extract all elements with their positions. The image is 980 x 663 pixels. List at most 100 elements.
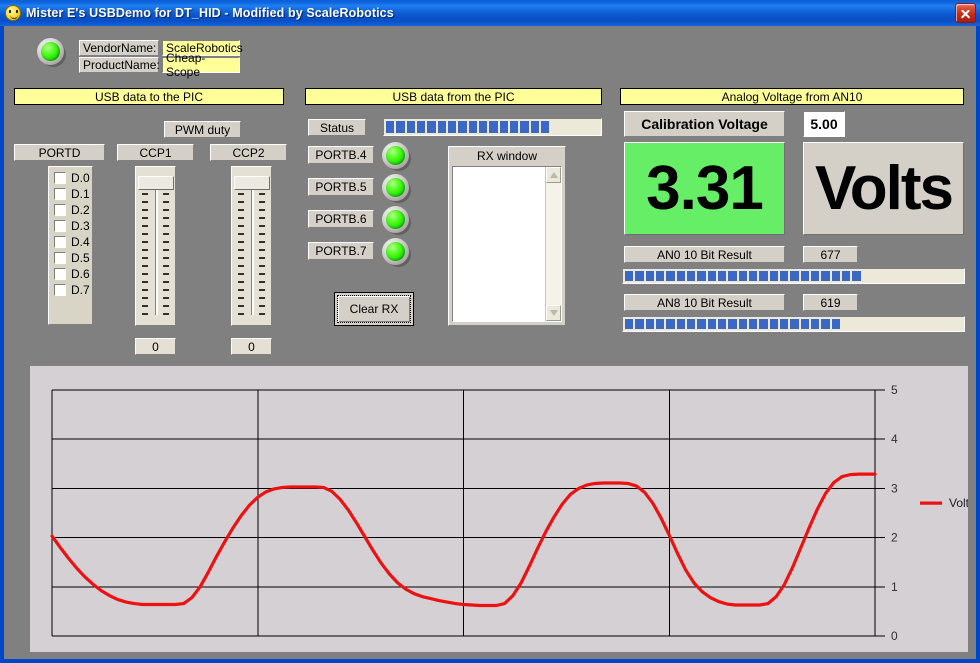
checkbox-d3-label: D.3 [71, 219, 90, 233]
checkbox-d2-label: D.2 [71, 203, 90, 217]
progress-segment [852, 271, 860, 281]
checkbox-row[interactable]: D.3 [49, 218, 92, 234]
scroll-down-icon[interactable] [546, 305, 561, 321]
ccp1-slider[interactable] [135, 166, 176, 326]
progress-segment [677, 271, 685, 281]
checkbox-d7-label: D.7 [71, 283, 90, 297]
progress-segment [749, 271, 757, 281]
an8-result-label: AN8 10 Bit Result [624, 294, 785, 311]
checkbox-d5-label: D.5 [71, 251, 90, 265]
checkbox-row[interactable]: D.7 [49, 282, 92, 298]
progress-segment [842, 271, 850, 281]
progress-segment [438, 121, 446, 133]
connection-led [37, 38, 67, 68]
progress-segment [832, 271, 840, 281]
progress-segment [832, 319, 840, 329]
portb5-label: PORTB.5 [308, 178, 374, 196]
checkbox-row[interactable]: D.0 [49, 170, 92, 186]
progress-segment [697, 271, 705, 281]
rx-text-area[interactable] [453, 167, 545, 321]
rx-window-body[interactable] [452, 166, 562, 322]
checkbox-d6[interactable] [54, 268, 66, 280]
progress-segment [708, 271, 716, 281]
an0-segments [625, 271, 962, 281]
ccp2-slider-thumb[interactable] [234, 176, 270, 190]
progress-segment [625, 319, 633, 329]
client-area: VendorName: ScaleRobotics ProductName: C… [4, 26, 976, 659]
status-progress-bar [383, 118, 602, 136]
progress-segment [770, 271, 778, 281]
clear-rx-button[interactable]: Clear RX [334, 292, 414, 326]
checkbox-row[interactable]: D.5 [49, 250, 92, 266]
ccp2-slider[interactable] [231, 166, 272, 326]
ccp1-slider-ticks-left [142, 185, 148, 317]
progress-segment [821, 271, 829, 281]
progress-segment [396, 121, 404, 133]
analog-voltage-header: Analog Voltage from AN10 [620, 88, 964, 105]
checkbox-row[interactable]: D.2 [49, 202, 92, 218]
progress-segment [821, 319, 829, 329]
calibration-voltage-input[interactable]: 5.00 [803, 111, 845, 137]
progress-segment [708, 319, 716, 329]
ccp1-slider-rail [155, 187, 158, 315]
checkbox-d7[interactable] [54, 284, 66, 296]
checkbox-d2[interactable] [54, 204, 66, 216]
progress-segment [625, 271, 633, 281]
window-title: Mister E's USBDemo for DT_HID - Modified… [26, 6, 394, 20]
status-segments [386, 121, 599, 133]
ccp2-slider-rail [251, 187, 254, 315]
progress-segment [811, 271, 819, 281]
portb7-label: PORTB.7 [308, 242, 374, 260]
progress-segment [500, 121, 508, 133]
checkbox-row[interactable]: D.6 [49, 266, 92, 282]
y-tick-label: 2 [891, 531, 898, 545]
an8-result-value: 619 [803, 294, 858, 311]
application-window: Mister E's USBDemo for DT_HID - Modified… [0, 0, 980, 663]
checkbox-d1[interactable] [54, 188, 66, 200]
rx-scrollbar[interactable] [545, 167, 561, 321]
ccp1-label: CCP1 [117, 144, 194, 161]
product-name-label: ProductName: [79, 57, 159, 73]
y-tick-label: 1 [891, 580, 898, 594]
an0-result-value: 677 [803, 246, 858, 263]
progress-segment [458, 121, 466, 133]
chart-legend: Volts [920, 496, 968, 510]
progress-segment [479, 121, 487, 133]
an0-result-label: AN0 10 Bit Result [624, 246, 785, 263]
progress-segment [790, 319, 798, 329]
progress-segment [718, 271, 726, 281]
progress-segment [635, 271, 643, 281]
progress-segment [407, 121, 415, 133]
chart-axis [52, 390, 885, 636]
ccp1-slider-ticks-right [163, 185, 169, 317]
calibration-voltage-label: Calibration Voltage [624, 111, 785, 137]
portd-checkbox-panel: D.0 D.1 D.2 D.3 D.4 D.5 [48, 166, 93, 325]
progress-segment [666, 319, 674, 329]
checkbox-d5[interactable] [54, 252, 66, 264]
title-bar[interactable]: Mister E's USBDemo for DT_HID - Modified… [0, 0, 980, 26]
progress-segment [811, 319, 819, 329]
scroll-up-icon[interactable] [546, 167, 561, 183]
rx-window-title: RX window [449, 147, 565, 164]
portb5-led [382, 174, 412, 204]
progress-segment [417, 121, 425, 133]
portb6-label: PORTB.6 [308, 210, 374, 228]
progress-segment [656, 271, 664, 281]
progress-segment [739, 271, 747, 281]
progress-segment [677, 319, 685, 329]
checkbox-row[interactable]: D.4 [49, 234, 92, 250]
progress-segment [801, 319, 809, 329]
ccp1-slider-thumb[interactable] [138, 176, 174, 190]
progress-segment [666, 271, 674, 281]
checkbox-d0[interactable] [54, 172, 66, 184]
voltage-unit-label: Volts [803, 142, 964, 235]
pwm-duty-label: PWM duty [164, 121, 241, 138]
checkbox-d4[interactable] [54, 236, 66, 248]
progress-segment [759, 271, 767, 281]
usb-to-pic-header: USB data to the PIC [14, 88, 284, 105]
progress-segment [448, 121, 456, 133]
close-icon[interactable] [955, 3, 976, 23]
y-tick-label: 0 [891, 629, 898, 643]
checkbox-row[interactable]: D.1 [49, 186, 92, 202]
checkbox-d3[interactable] [54, 220, 66, 232]
